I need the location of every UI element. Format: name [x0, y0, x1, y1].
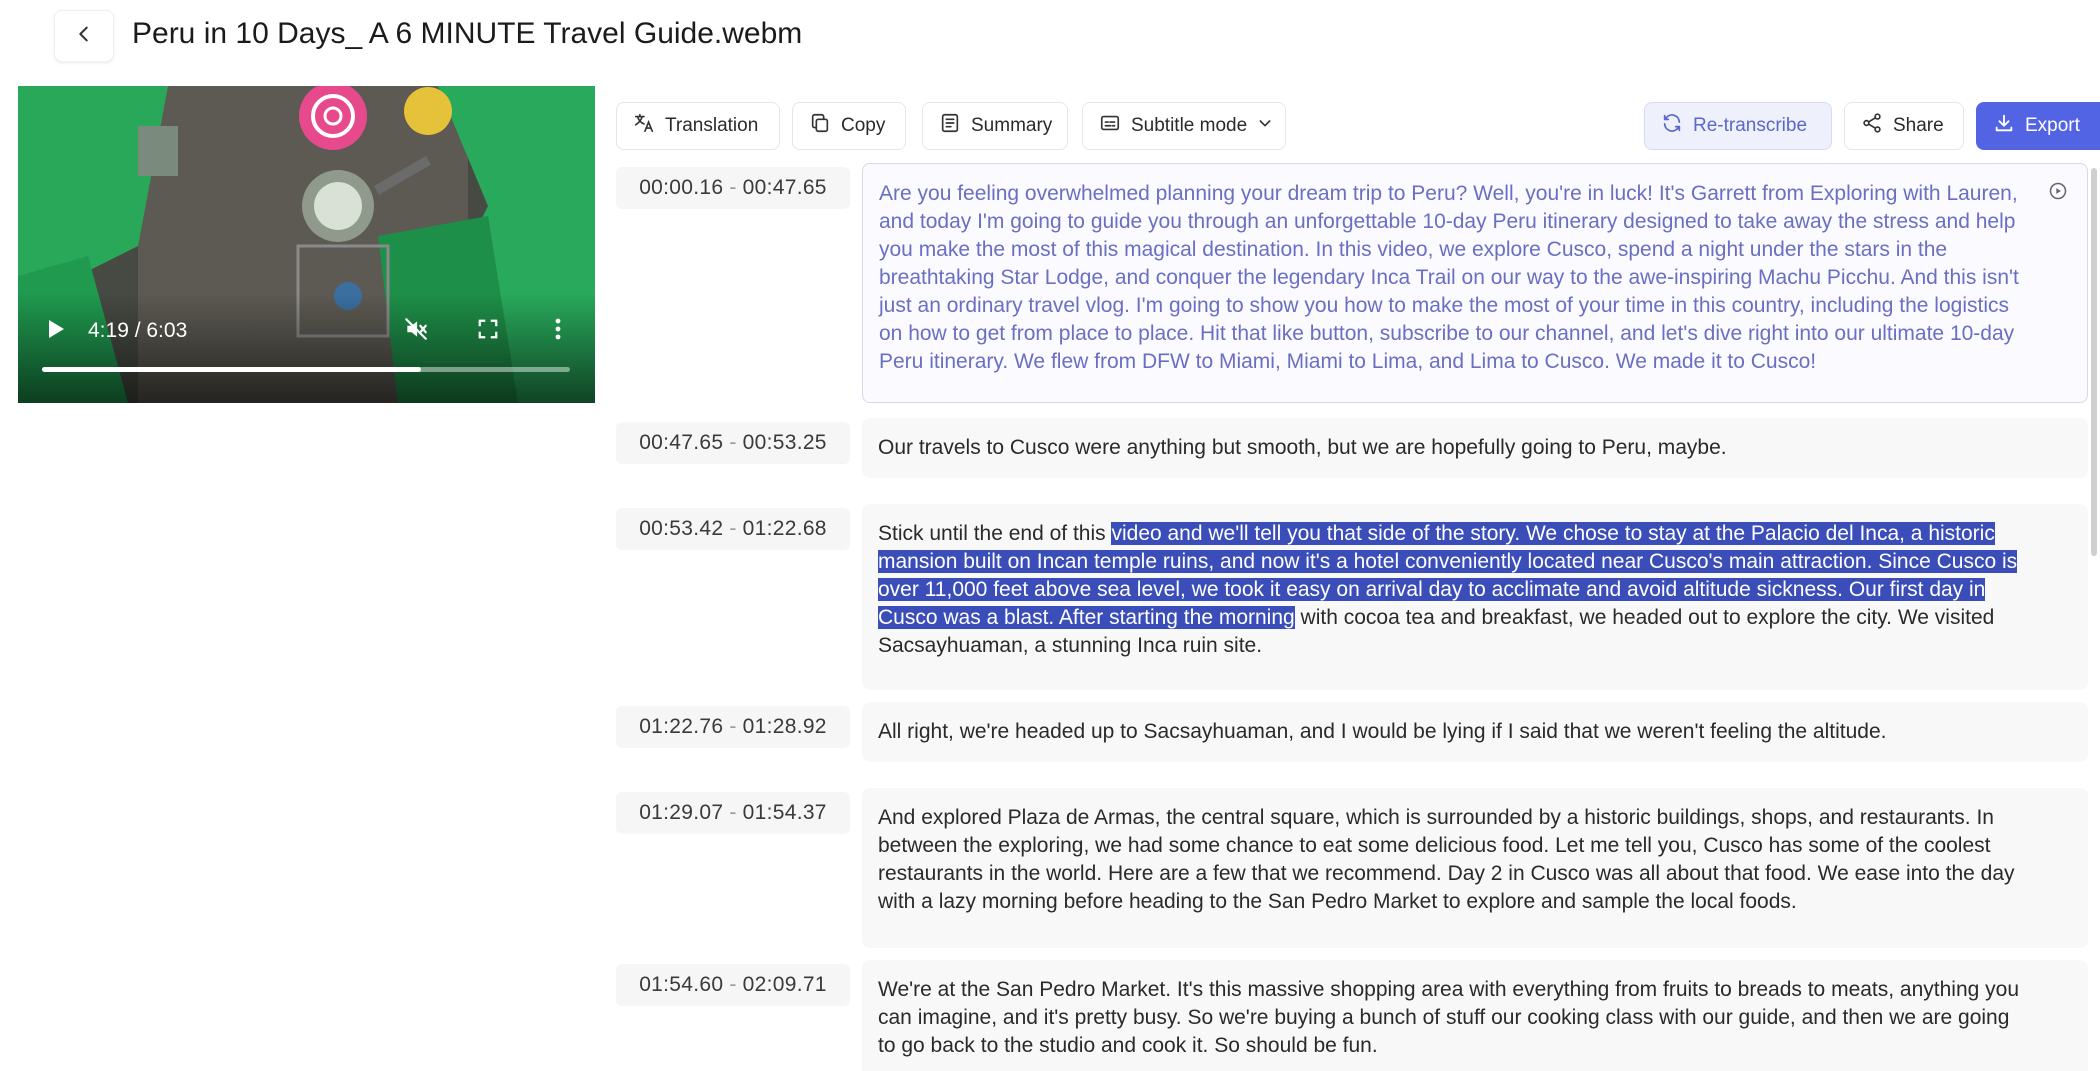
retranscribe-button[interactable]: Re-transcribe	[1644, 102, 1832, 150]
video-player[interactable]	[18, 86, 595, 403]
subtitle-mode-label: Subtitle mode	[1131, 115, 1248, 136]
timestamp-start: 01:22.76	[639, 715, 724, 738]
segment-text-box[interactable]: Our travels to Cusco were anything but s…	[862, 418, 2088, 478]
copy-icon	[809, 112, 831, 140]
segment-text: Are you feeling overwhelmed planning you…	[879, 182, 2019, 373]
mute-button[interactable]	[396, 314, 436, 348]
timestamp-separator: -	[729, 176, 737, 199]
kebab-menu-icon	[554, 318, 562, 345]
segment-text-box[interactable]: We're at the San Pedro Market. It's this…	[862, 960, 2088, 1071]
timestamp-end: 02:09.71	[742, 973, 827, 996]
segment-timestamp[interactable]: 01:29.07-01:54.37	[616, 792, 850, 834]
segment-text-box[interactable]: All right, we're headed up to Sacsayhuam…	[862, 702, 2088, 762]
time-readout: 4:19 / 6:03	[88, 319, 188, 342]
play-icon	[47, 319, 65, 344]
timestamp-end: 01:28.92	[742, 715, 827, 738]
chevron-left-icon	[73, 23, 95, 50]
chevron-down-icon	[1257, 115, 1273, 137]
timestamp-start: 00:00.16	[639, 176, 724, 199]
translate-icon	[633, 112, 655, 140]
timestamp-end: 00:47.65	[742, 176, 827, 199]
segment-text-box[interactable]: And explored Plaza de Armas, the central…	[862, 788, 2088, 948]
more-options-button[interactable]	[540, 314, 576, 348]
timestamp-separator: -	[729, 801, 737, 824]
page-title: Peru in 10 Days_ A 6 MINUTE Travel Guide…	[132, 17, 803, 50]
timestamp-separator: -	[729, 431, 737, 454]
summary-icon	[939, 112, 961, 140]
transcript-scrollbar[interactable]	[2091, 168, 2097, 556]
timestamp-start: 00:53.42	[639, 517, 724, 540]
export-label: Export	[2025, 115, 2080, 136]
video-progress-fill	[42, 367, 421, 372]
play-button[interactable]	[36, 314, 76, 348]
refresh-icon	[1661, 112, 1683, 140]
copy-label: Copy	[841, 115, 886, 136]
video-progress-bar[interactable]	[42, 367, 570, 372]
timestamp-separator: -	[729, 973, 737, 996]
share-label: Share	[1893, 115, 1944, 136]
segment-timestamp[interactable]: 01:22.76-01:28.92	[616, 706, 850, 748]
segment-play-icon[interactable]	[2047, 180, 2069, 202]
segment-text: Stick until the end of this	[878, 522, 1112, 545]
segment-text: Our travels to Cusco were anything but s…	[878, 436, 1727, 459]
volume-muted-icon	[403, 316, 429, 347]
timestamp-start: 01:29.07	[639, 801, 724, 824]
timestamp-end: 00:53.25	[742, 431, 827, 454]
subtitles-icon	[1099, 112, 1121, 140]
segment-timestamp[interactable]: 00:00.16-00:47.65	[616, 167, 850, 209]
share-button[interactable]: Share	[1844, 102, 1964, 150]
download-icon	[1993, 112, 2015, 140]
segment-text: All right, we're headed up to Sacsayhuam…	[878, 720, 1887, 743]
timestamp-end: 01:22.68	[742, 517, 827, 540]
timestamp-start: 01:54.60	[639, 973, 724, 996]
segment-text: And explored Plaza de Armas, the central…	[878, 806, 2015, 913]
summary-button[interactable]: Summary	[922, 102, 1068, 150]
back-button[interactable]	[54, 10, 114, 62]
segment-timestamp[interactable]: 00:53.42-01:22.68	[616, 508, 850, 550]
controls-gradient	[18, 293, 595, 403]
subtitle-mode-dropdown[interactable]: Subtitle mode	[1082, 102, 1286, 150]
segment-timestamp[interactable]: 00:47.65-00:53.25	[616, 422, 850, 464]
fullscreen-button[interactable]	[468, 314, 508, 348]
export-button[interactable]: Export	[1976, 102, 2100, 150]
timestamp-separator: -	[729, 517, 737, 540]
retranscribe-label: Re-transcribe	[1693, 115, 1808, 136]
translation-label: Translation	[665, 115, 759, 136]
segment-text-active[interactable]: Are you feeling overwhelmed planning you…	[862, 163, 2088, 403]
translation-button[interactable]: Translation	[616, 102, 780, 150]
segment-text: We're at the San Pedro Market. It's this…	[878, 978, 2020, 1057]
timestamp-end: 01:54.37	[742, 801, 827, 824]
fullscreen-icon	[477, 318, 499, 345]
segment-timestamp[interactable]: 01:54.60-02:09.71	[616, 964, 850, 1006]
share-icon	[1861, 112, 1883, 140]
summary-label: Summary	[971, 115, 1053, 136]
copy-button[interactable]: Copy	[792, 102, 906, 150]
segment-text-box[interactable]: Stick until the end of this video and we…	[862, 504, 2088, 690]
timestamp-start: 00:47.65	[639, 431, 724, 454]
timestamp-separator: -	[729, 715, 737, 738]
